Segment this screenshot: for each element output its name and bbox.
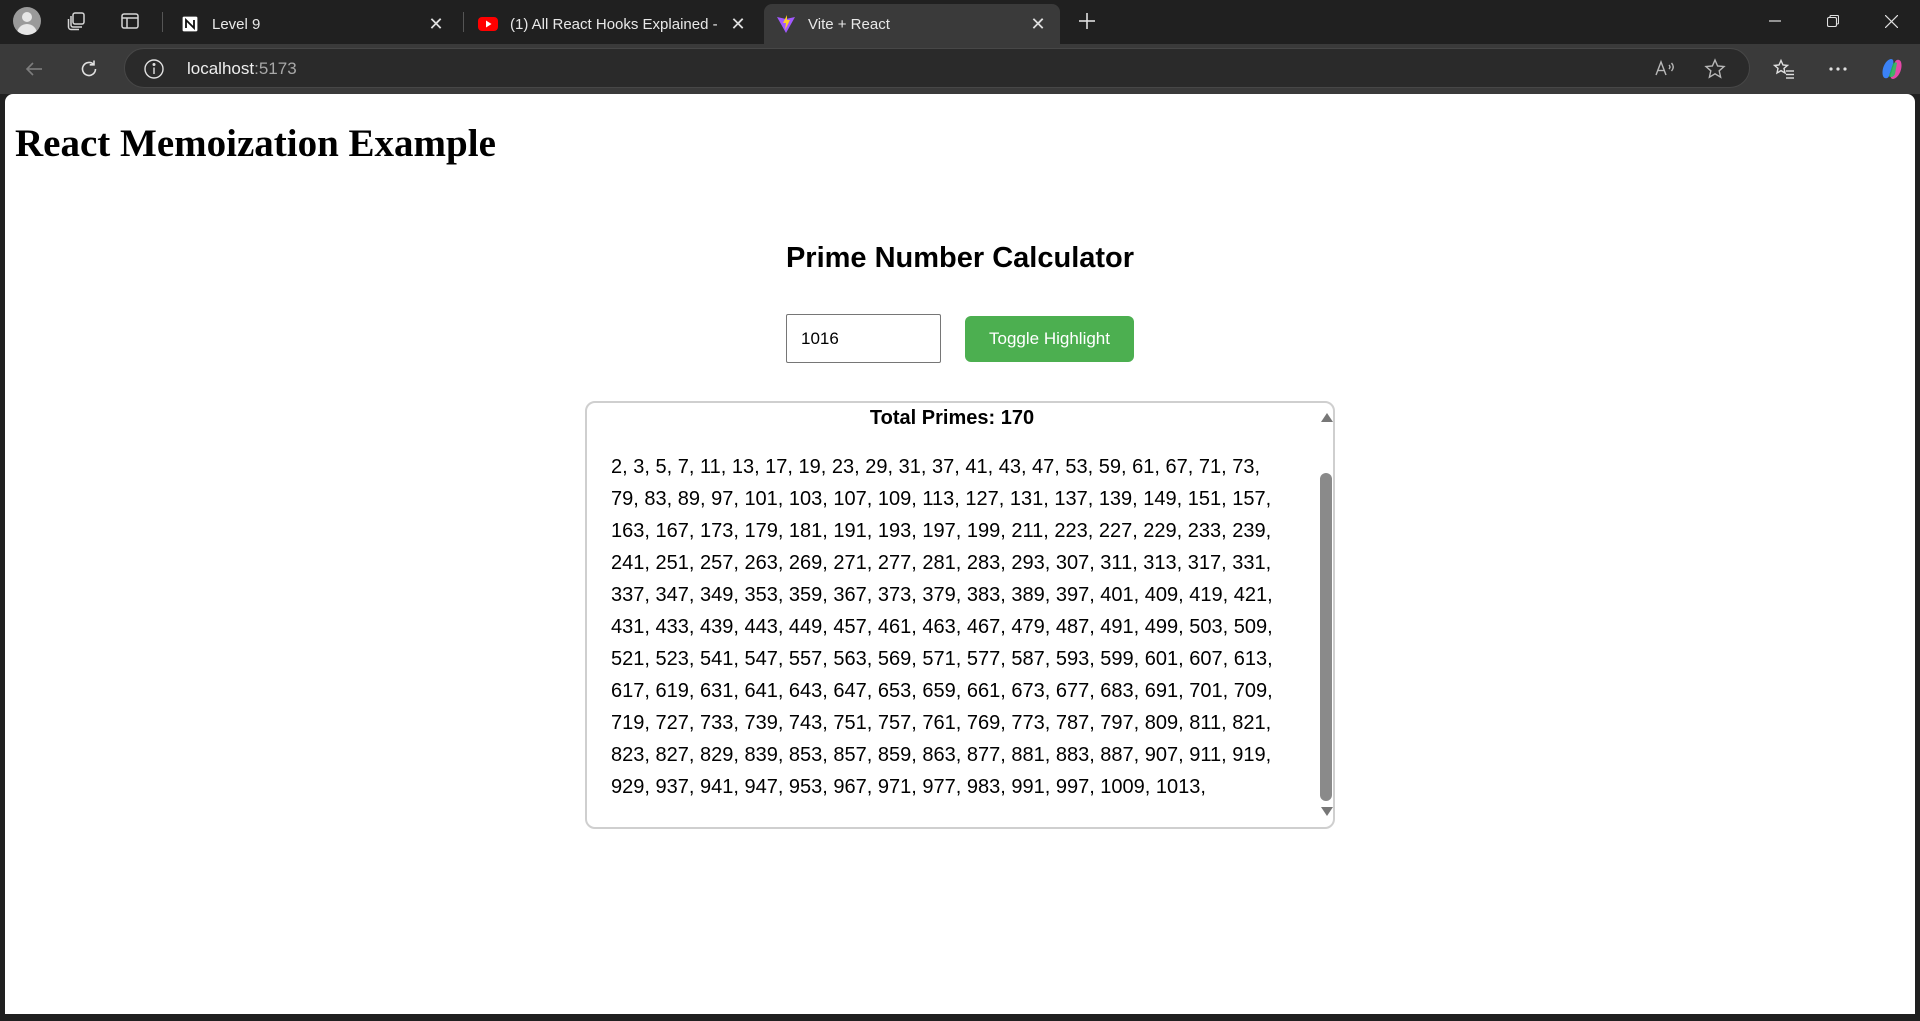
- page-viewport: React Memoization Example Prime Number C…: [5, 94, 1915, 1014]
- scroll-down-arrow-icon[interactable]: [1321, 807, 1333, 816]
- tab-separator: [463, 12, 464, 32]
- close-tab-icon[interactable]: ✕: [426, 14, 446, 34]
- browser-tab-active[interactable]: Vite + React ✕: [764, 4, 1060, 44]
- site-info-icon[interactable]: [143, 58, 165, 80]
- notion-icon: [180, 14, 200, 34]
- calculator-title: Prime Number Calculator: [785, 242, 1135, 274]
- tab-title: Vite + React: [808, 15, 890, 33]
- toggle-highlight-button[interactable]: Toggle Highlight: [965, 316, 1134, 362]
- reload-icon[interactable]: [71, 51, 107, 87]
- minimize-window-icon[interactable]: [1746, 0, 1804, 42]
- profile-avatar-icon[interactable]: [8, 4, 46, 38]
- primes-list: 2, 3, 5, 7, 11, 13, 17, 19, 23, 29, 31, …: [611, 456, 1273, 798]
- vertical-scrollbar[interactable]: [1317, 403, 1333, 827]
- browser-tab-strip: Level 9 ✕ (1) All React Hooks Explained …: [0, 0, 1920, 44]
- scroll-up-arrow-icon[interactable]: [1321, 413, 1333, 422]
- url-text[interactable]: localhost:5173: [187, 59, 297, 79]
- favorites-icon[interactable]: [1766, 51, 1802, 87]
- youtube-icon: [478, 14, 498, 34]
- close-tab-icon[interactable]: ✕: [728, 14, 748, 34]
- scrollbar-thumb[interactable]: [1320, 473, 1332, 801]
- copilot-icon[interactable]: [1874, 51, 1910, 87]
- tab-actions-icon[interactable]: [111, 4, 149, 38]
- page-heading: React Memoization Example: [15, 122, 496, 165]
- more-options-icon[interactable]: [1820, 51, 1856, 87]
- read-aloud-icon[interactable]: [1653, 57, 1677, 81]
- browser-toolbar: localhost:5173: [0, 44, 1920, 94]
- url-host: localhost: [187, 59, 255, 78]
- close-window-icon[interactable]: [1862, 0, 1920, 42]
- number-input[interactable]: [786, 314, 941, 363]
- close-tab-icon[interactable]: ✕: [1028, 14, 1048, 34]
- address-bar[interactable]: localhost:5173: [124, 48, 1750, 88]
- url-port: :5173: [254, 59, 297, 78]
- browser-tab[interactable]: (1) All React Hooks Explained - Re ✕: [466, 4, 760, 44]
- restore-window-icon[interactable]: [1804, 0, 1862, 42]
- vite-icon: [776, 14, 796, 34]
- browser-tab[interactable]: Level 9 ✕: [168, 4, 458, 44]
- back-arrow-icon[interactable]: [16, 51, 52, 87]
- tab-title: Level 9: [212, 15, 261, 33]
- workspaces-icon[interactable]: [58, 4, 96, 38]
- tab-separator: [162, 12, 163, 32]
- new-tab-icon[interactable]: [1068, 4, 1106, 38]
- total-primes-label: Total Primes: 170: [869, 407, 1035, 429]
- add-favorite-star-icon[interactable]: [1703, 57, 1727, 81]
- primes-container[interactable]: Total Primes: 170 2, 3, 5, 7, 11, 13, 17…: [585, 401, 1335, 829]
- tab-title: (1) All React Hooks Explained - Re: [510, 15, 720, 33]
